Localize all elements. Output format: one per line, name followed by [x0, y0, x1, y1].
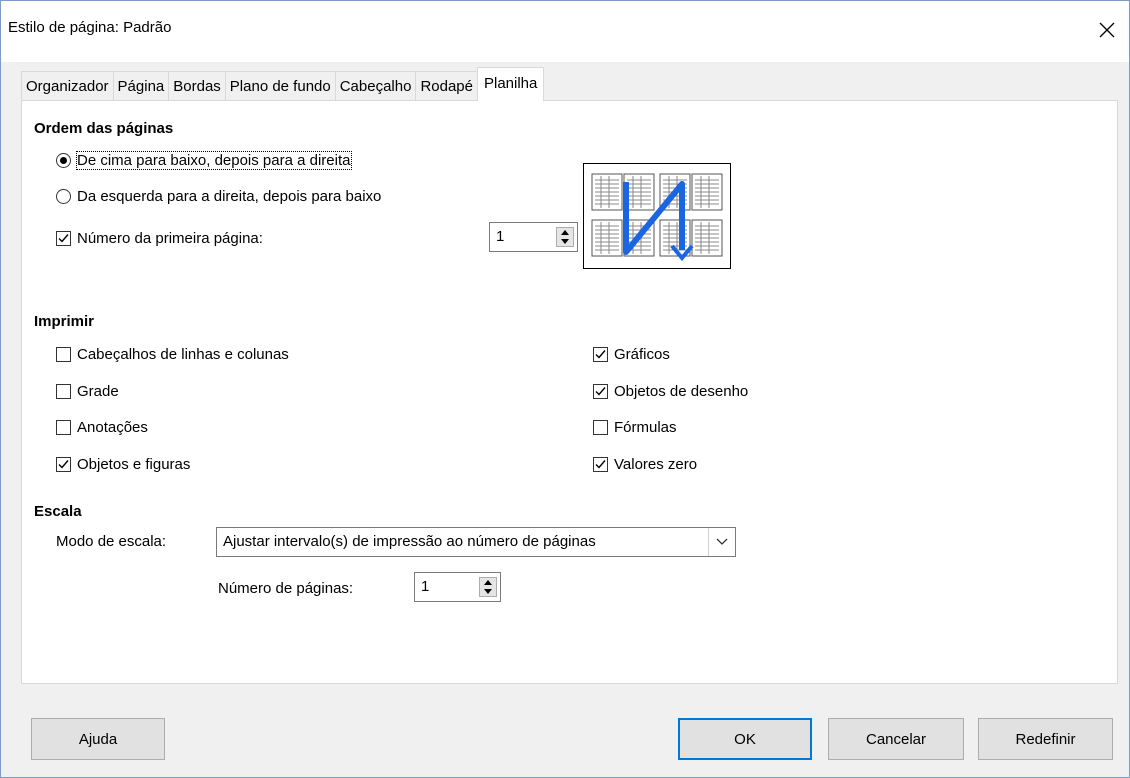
checkbox-checked[interactable]	[56, 230, 71, 246]
checkbox-unchecked[interactable]	[56, 383, 71, 399]
first-page-value: 1	[496, 228, 505, 245]
spin-buttons[interactable]	[479, 577, 497, 597]
page-order-heading: Ordem das páginas	[34, 120, 174, 137]
radio-top-to-bottom-label: De cima para baixo, depois para a direit…	[76, 150, 352, 170]
first-page-checkbox[interactable]: Número da primeira página:	[56, 229, 263, 247]
cancel-button[interactable]: Cancelar	[828, 718, 964, 760]
print-notes-checkbox[interactable]: Anotações	[56, 418, 148, 436]
print-objects-checkbox[interactable]: Objetos e figuras	[56, 455, 190, 473]
window-title: Estilo de página: Padrão	[8, 19, 172, 36]
print-headers-checkbox[interactable]: Cabeçalhos de linhas e colunas	[56, 345, 289, 363]
scale-heading: Escala	[34, 503, 82, 520]
print-formulas-label: Fórmulas	[614, 418, 677, 436]
tab-planilha[interactable]: Planilha	[476, 67, 545, 101]
spin-down-icon[interactable]	[480, 587, 496, 596]
tab-rodape[interactable]: Rodapé	[415, 71, 478, 101]
checkbox-checked[interactable]	[56, 456, 71, 472]
pages-count-spinbox[interactable]: 1	[414, 572, 501, 602]
checkbox-checked[interactable]	[593, 383, 608, 399]
spin-down-icon[interactable]	[557, 237, 573, 246]
help-button[interactable]: Ajuda	[31, 718, 165, 760]
pages-count-value: 1	[421, 578, 430, 595]
ok-button[interactable]: OK	[678, 718, 812, 760]
checkbox-unchecked[interactable]	[56, 346, 71, 362]
print-drawings-label: Objetos de desenho	[614, 382, 749, 400]
print-zero-values-checkbox[interactable]: Valores zero	[593, 455, 697, 473]
checkbox-unchecked[interactable]	[593, 419, 608, 435]
print-formulas-checkbox[interactable]: Fórmulas	[593, 418, 677, 436]
tab-organizador[interactable]: Organizador	[21, 71, 114, 101]
print-charts-label: Gráficos	[614, 345, 670, 363]
page-order-preview	[583, 163, 731, 269]
close-button[interactable]	[1084, 0, 1130, 60]
checkbox-checked[interactable]	[593, 456, 608, 472]
tab-bar: Organizador Página Bordas Plano de fundo…	[21, 67, 545, 101]
close-icon	[1099, 22, 1115, 38]
checkmark-icon	[58, 459, 69, 469]
checkmark-icon	[58, 233, 69, 243]
radio-left-to-right[interactable]: Da esquerda para a direita, depois para …	[56, 187, 381, 205]
print-zero-values-label: Valores zero	[614, 455, 698, 473]
print-grid-checkbox[interactable]: Grade	[56, 382, 119, 400]
print-grid-label: Grade	[77, 382, 119, 400]
checkmark-icon	[595, 386, 606, 396]
scale-mode-dropdown[interactable]: Ajustar intervalo(s) de impressão ao núm…	[216, 527, 736, 557]
pages-count-label: Número de páginas:	[218, 580, 354, 597]
spin-buttons[interactable]	[556, 227, 574, 247]
scale-mode-value: Ajustar intervalo(s) de impressão ao núm…	[223, 533, 596, 550]
print-headers-label: Cabeçalhos de linhas e colunas	[77, 345, 289, 363]
chevron-down-icon[interactable]	[708, 528, 735, 556]
checkbox-checked[interactable]	[593, 346, 608, 362]
reset-button[interactable]: Redefinir	[978, 718, 1113, 760]
tab-cabecalho[interactable]: Cabeçalho	[334, 71, 417, 101]
spin-up-icon[interactable]	[557, 228, 573, 237]
checkmark-icon	[595, 459, 606, 469]
radio-left-to-right-label: Da esquerda para a direita, depois para …	[77, 187, 382, 205]
print-objects-label: Objetos e figuras	[77, 455, 191, 473]
first-page-label: Número da primeira página:	[77, 229, 263, 247]
scale-mode-label: Modo de escala:	[56, 533, 167, 550]
radio-button-selected[interactable]	[56, 152, 71, 168]
tab-plano-de-fundo[interactable]: Plano de fundo	[224, 71, 336, 101]
print-notes-label: Anotações	[77, 418, 148, 436]
tab-bordas[interactable]: Bordas	[168, 71, 226, 101]
page-order-preview-icon	[591, 173, 723, 262]
checkbox-unchecked[interactable]	[56, 419, 71, 435]
radio-top-to-bottom[interactable]: De cima para baixo, depois para a direit…	[56, 150, 352, 170]
tab-pagina[interactable]: Página	[112, 71, 170, 101]
title-bar: Estilo de página: Padrão	[0, 0, 1130, 62]
print-heading: Imprimir	[34, 313, 95, 330]
first-page-spinbox[interactable]: 1	[489, 222, 578, 252]
checkmark-icon	[595, 349, 606, 359]
print-charts-checkbox[interactable]: Gráficos	[593, 345, 670, 363]
spin-up-icon[interactable]	[480, 578, 496, 587]
radio-button[interactable]	[56, 188, 71, 204]
print-drawings-checkbox[interactable]: Objetos de desenho	[593, 382, 748, 400]
